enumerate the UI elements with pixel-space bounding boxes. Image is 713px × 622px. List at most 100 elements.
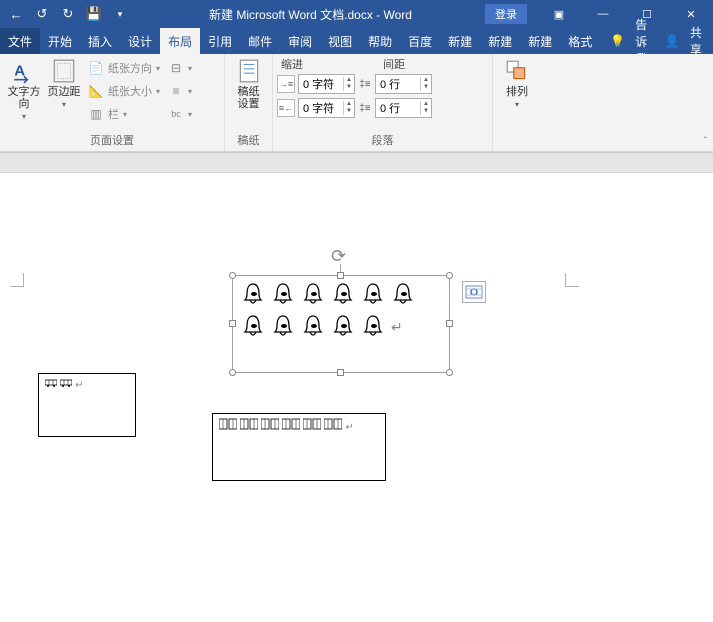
ribbon-display-icon[interactable]: ▣ <box>537 0 581 28</box>
arrange-icon <box>504 58 530 84</box>
qat-dropdown-icon[interactable]: ▾ <box>108 2 132 26</box>
space-before-input[interactable]: ▲▼ <box>375 74 432 94</box>
indent-right-icon: ≡← <box>277 99 295 117</box>
manuscript-icon <box>236 58 262 84</box>
bell-icon <box>301 314 325 340</box>
manuscript-button[interactable]: 稿纸 设置 <box>229 56 268 110</box>
lightbulb-icon: 💡 <box>610 34 625 48</box>
indent-left-icon: →≡ <box>277 75 295 93</box>
books-icon <box>282 418 300 430</box>
rotate-handle-icon[interactable]: ⟳ <box>331 246 351 266</box>
space-before-icon: ‡≡ <box>358 79 372 90</box>
bell-icon <box>271 314 295 340</box>
minimize-icon[interactable]: — <box>581 0 625 28</box>
corner-mark <box>10 273 24 287</box>
save-icon[interactable]: 💾 <box>82 2 106 26</box>
ruler-gap <box>0 153 713 173</box>
page[interactable]: ⟳ <box>0 173 713 622</box>
bell-icon <box>331 282 355 308</box>
login-button[interactable]: 登录 <box>485 4 527 24</box>
resize-handle[interactable] <box>229 320 236 327</box>
collapse-ribbon-icon[interactable]: ˆ <box>704 136 707 147</box>
orientation-button[interactable]: 📄纸张方向▾ <box>88 58 160 78</box>
tab-file[interactable]: 文件 <box>0 28 40 54</box>
bell-icon <box>391 282 415 308</box>
bus-icon <box>45 378 57 388</box>
margins-button[interactable]: 页边距 ▾ <box>44 56 84 109</box>
paragraph-mark-icon: ↵ <box>391 319 403 336</box>
selected-text-box[interactable]: ⟳ <box>232 275 450 373</box>
corner-mark <box>565 273 579 287</box>
group-arrange: 排列 ▾ <box>493 54 543 151</box>
text-box[interactable]: ↵ <box>212 413 386 481</box>
chevron-down-icon: ▾ <box>515 100 519 109</box>
tab-insert[interactable]: 插入 <box>80 28 120 54</box>
back-icon[interactable]: ← <box>4 2 28 26</box>
columns-button[interactable]: ▥栏▾ <box>88 104 160 124</box>
orientation-icon: 📄 <box>88 61 104 75</box>
books-icon <box>261 418 279 430</box>
hyphenation-button[interactable]: bc▾ <box>168 104 192 124</box>
tab-baidu[interactable]: 百度 <box>400 28 440 54</box>
line-numbers-button[interactable]: ≡▾ <box>168 81 192 101</box>
books-icon <box>240 418 258 430</box>
group-manuscript: 稿纸 设置 稿纸 <box>225 54 273 151</box>
spacing-header: 间距 <box>383 56 405 72</box>
share-button[interactable]: 共享 <box>690 24 703 58</box>
hyphenation-icon: bc <box>168 107 184 121</box>
indent-right-input[interactable]: ▲▼ <box>298 98 355 118</box>
resize-handle[interactable] <box>337 272 344 279</box>
redo-icon[interactable]: ↻ <box>56 2 80 26</box>
group-label-paragraph: 段落 <box>277 133 488 151</box>
resize-handle[interactable] <box>229 272 236 279</box>
text-box-content: ↵ <box>233 276 449 352</box>
text-box[interactable]: ↵ <box>38 373 136 437</box>
books-icon <box>324 418 342 430</box>
resize-handle[interactable] <box>446 369 453 376</box>
indent-left-input[interactable]: ▲▼ <box>298 74 355 94</box>
arrange-button[interactable]: 排列 ▾ <box>497 56 537 109</box>
layout-options-button[interactable] <box>462 281 486 303</box>
ribbon: A 文字方向 ▾ 页边距 ▾ 📄纸张方向▾ 📐纸张大小▾ ▥栏▾ ⊟▾ ≡▾ b… <box>0 54 713 152</box>
bus-icon <box>60 378 72 388</box>
size-button[interactable]: 📐纸张大小▾ <box>88 81 160 101</box>
tab-mailings[interactable]: 邮件 <box>240 28 280 54</box>
margins-icon <box>51 58 77 84</box>
undo-icon[interactable]: ↺ <box>30 2 54 26</box>
svg-text:A: A <box>14 62 25 79</box>
resize-handle[interactable] <box>446 272 453 279</box>
resize-handle[interactable] <box>446 320 453 327</box>
tab-new2[interactable]: 新建 <box>480 28 520 54</box>
tab-view[interactable]: 视图 <box>320 28 360 54</box>
bell-icon <box>361 282 385 308</box>
text-direction-button[interactable]: A 文字方向 ▾ <box>4 56 44 121</box>
paragraph-mark-icon: ↵ <box>345 422 353 433</box>
bell-icon <box>241 282 265 308</box>
paragraph-mark-icon: ↵ <box>75 380 83 391</box>
breaks-button[interactable]: ⊟▾ <box>168 58 192 78</box>
space-after-icon: ‡≡ <box>358 103 372 114</box>
tab-new3[interactable]: 新建 <box>520 28 560 54</box>
resize-handle[interactable] <box>337 369 344 376</box>
tab-format[interactable]: 格式 <box>560 28 600 54</box>
bell-icon <box>271 282 295 308</box>
document-area[interactable]: ⟳ <box>0 152 713 621</box>
tab-design[interactable]: 设计 <box>120 28 160 54</box>
space-after-input[interactable]: ▲▼ <box>375 98 432 118</box>
tab-layout[interactable]: 布局 <box>160 28 200 54</box>
tab-review[interactable]: 审阅 <box>280 28 320 54</box>
group-label-manuscript: 稿纸 <box>229 133 268 151</box>
tab-help[interactable]: 帮助 <box>360 28 400 54</box>
columns-icon: ▥ <box>88 107 104 121</box>
tab-references[interactable]: 引用 <box>200 28 240 54</box>
group-page-setup: A 文字方向 ▾ 页边距 ▾ 📄纸张方向▾ 📐纸张大小▾ ▥栏▾ ⊟▾ ≡▾ b… <box>0 54 225 151</box>
chevron-down-icon: ▾ <box>62 100 66 109</box>
chevron-down-icon: ▾ <box>22 112 26 121</box>
group-label-page-setup: 页面设置 <box>4 133 220 151</box>
bell-icon <box>361 314 385 340</box>
tab-home[interactable]: 开始 <box>40 28 80 54</box>
tab-new1[interactable]: 新建 <box>440 28 480 54</box>
resize-handle[interactable] <box>229 369 236 376</box>
books-icon <box>219 418 237 430</box>
ribbon-tabs: 文件 开始 插入 设计 布局 引用 邮件 审阅 视图 帮助 百度 新建 新建 新… <box>0 28 713 54</box>
